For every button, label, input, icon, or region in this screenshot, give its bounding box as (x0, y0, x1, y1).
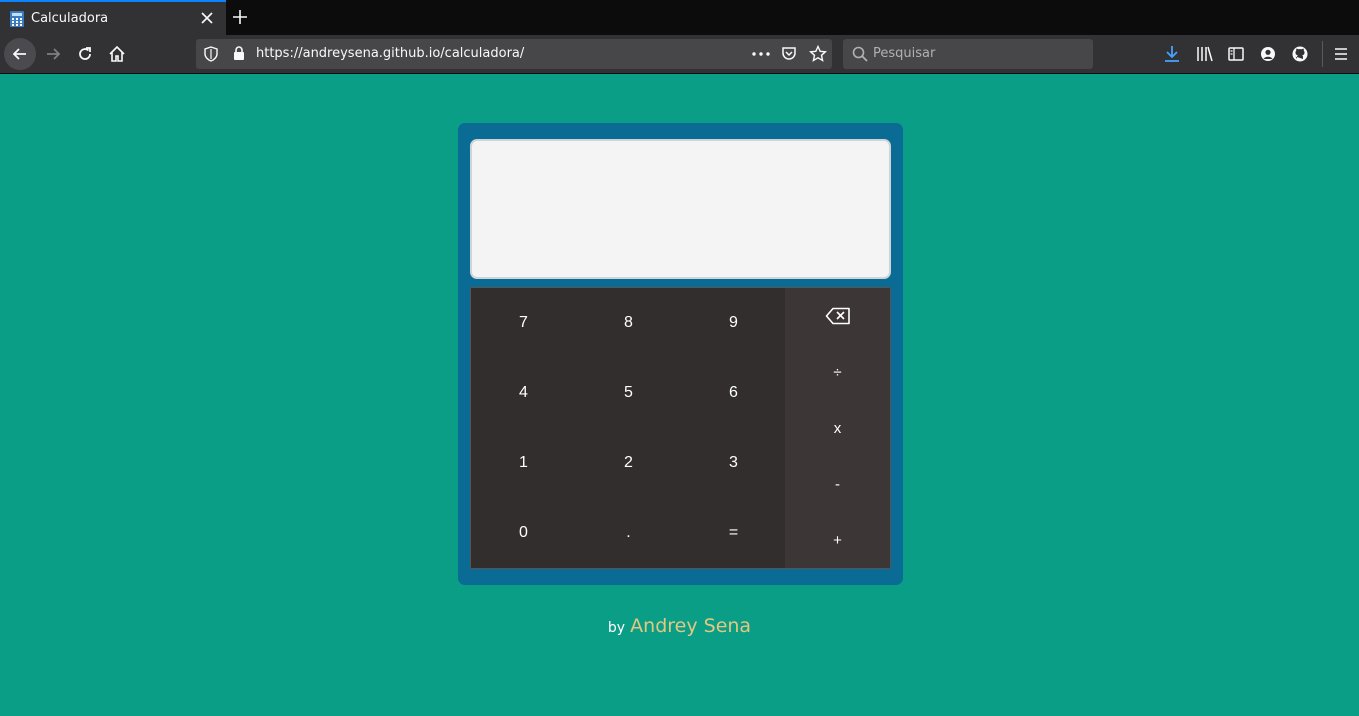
by-label: by (607, 620, 626, 636)
new-tab-icon[interactable] (231, 8, 249, 26)
key-equals[interactable]: = (681, 498, 786, 568)
home-icon (109, 45, 125, 62)
pocket-icon[interactable] (781, 46, 797, 62)
key-2[interactable]: 2 (576, 428, 681, 498)
search-icon (852, 46, 868, 62)
forward-button[interactable] (37, 38, 69, 70)
reload-icon (79, 47, 91, 60)
key-3[interactable]: 3 (681, 428, 786, 498)
footer: by Andrey Sena (0, 615, 1359, 637)
address-bar[interactable]: https://andreysena.github.io/calculadora… (196, 39, 832, 69)
page-actions-icon[interactable] (752, 52, 770, 56)
downloads-icon[interactable] (1163, 45, 1181, 63)
key-8[interactable]: 8 (576, 288, 681, 358)
calculator: 7 8 9 4 5 6 1 2 3 0 . = ÷ x - + (458, 123, 903, 585)
key-divide[interactable]: ÷ (785, 344, 890, 400)
calculator-display (470, 139, 891, 279)
close-tab-icon[interactable] (199, 10, 215, 26)
home-button[interactable] (101, 38, 133, 70)
key-5[interactable]: 5 (576, 358, 681, 428)
tab-calculadora[interactable]: Calculadora (0, 0, 226, 35)
account-icon[interactable] (1260, 46, 1276, 62)
hamburger-menu-icon[interactable] (1334, 47, 1348, 61)
key-decimal[interactable]: . (576, 498, 681, 568)
key-6[interactable]: 6 (681, 358, 786, 428)
forward-arrow-icon (47, 48, 61, 60)
key-9[interactable]: 9 (681, 288, 786, 358)
toolbar-divider (1322, 41, 1323, 67)
key-add[interactable]: + (785, 512, 890, 568)
back-button[interactable] (4, 38, 36, 70)
key-0[interactable]: 0 (471, 498, 576, 568)
back-arrow-icon (12, 48, 26, 60)
bookmark-star-icon[interactable] (809, 45, 827, 63)
key-1[interactable]: 1 (471, 428, 576, 498)
sidebar-icon[interactable] (1228, 46, 1244, 62)
github-icon[interactable] (1292, 46, 1308, 62)
keypad: 7 8 9 4 5 6 1 2 3 0 . = ÷ x - + (470, 287, 891, 569)
navigation-toolbar: https://andreysena.github.io/calculadora… (0, 35, 1359, 74)
backspace-icon (825, 307, 850, 325)
backspace-button[interactable] (785, 288, 890, 344)
key-7[interactable]: 7 (471, 288, 576, 358)
url-text[interactable]: https://andreysena.github.io/calculadora… (256, 46, 524, 61)
key-multiply[interactable]: x (785, 400, 890, 456)
tab-title: Calculadora (31, 11, 109, 26)
lock-icon[interactable] (233, 46, 245, 61)
search-bar[interactable]: Pesquisar (843, 39, 1093, 69)
operators-column: ÷ x - + (785, 288, 890, 568)
author-link[interactable]: Andrey Sena (630, 615, 751, 637)
library-icon[interactable] (1196, 46, 1214, 62)
search-input[interactable]: Pesquisar (873, 46, 935, 61)
tab-strip: Calculadora (0, 0, 1359, 35)
shield-icon[interactable] (204, 46, 218, 62)
key-subtract[interactable]: - (785, 456, 890, 512)
calculator-favicon-icon (10, 11, 24, 27)
key-4[interactable]: 4 (471, 358, 576, 428)
reload-button[interactable] (69, 38, 101, 70)
